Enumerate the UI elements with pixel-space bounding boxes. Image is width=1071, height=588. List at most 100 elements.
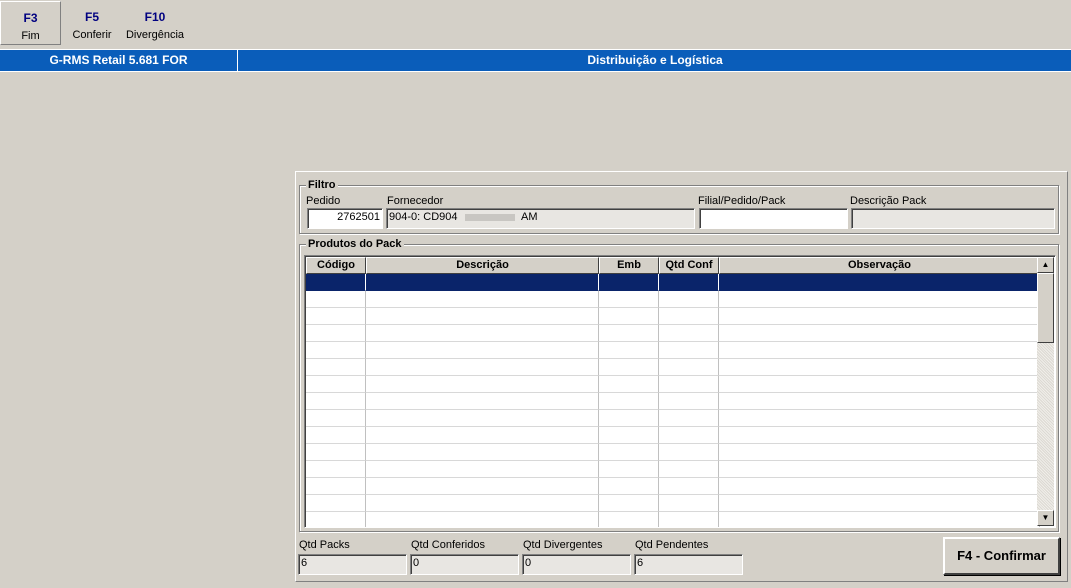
table-cell	[366, 342, 599, 359]
table-cell	[366, 427, 599, 444]
table-cell	[306, 461, 366, 478]
qtd-packs-label: Qtd Packs	[299, 539, 350, 551]
produtos-group-title: Produtos do Pack	[306, 238, 404, 250]
function-key-toolbar: F3 Fim F5 Conferir F10 Divergência	[0, 0, 1071, 46]
table-cell	[306, 410, 366, 427]
descricao-pack-field	[851, 208, 1055, 229]
table-cell	[306, 274, 366, 291]
divergencia-label: Divergência	[125, 29, 185, 41]
column-observacao[interactable]: Observação	[719, 257, 1040, 274]
table-row[interactable]	[306, 495, 1040, 512]
pedido-value: 2762501	[337, 211, 380, 223]
scroll-thumb[interactable]	[1037, 273, 1054, 343]
table-cell	[306, 376, 366, 393]
table-cell	[366, 325, 599, 342]
fim-label: Fim	[21, 30, 40, 42]
conferir-button[interactable]: F5 Conferir	[66, 1, 118, 45]
table-cell	[659, 359, 719, 376]
qtd-conferidos-value: 0	[413, 557, 420, 569]
table-cell	[306, 291, 366, 308]
table-cell	[659, 308, 719, 325]
table-cell	[719, 274, 1040, 291]
descricao-pack-label: Descrição Pack	[850, 195, 927, 207]
table-row[interactable]	[306, 325, 1040, 342]
table-cell	[719, 495, 1040, 512]
table-row[interactable]	[306, 444, 1040, 461]
table-row[interactable]	[306, 427, 1040, 444]
qtd-divergentes-value: 0	[525, 557, 532, 569]
table-row[interactable]	[306, 393, 1040, 410]
table-cell	[599, 325, 659, 342]
table-row[interactable]	[306, 359, 1040, 376]
column-emb[interactable]: Emb	[599, 257, 659, 274]
column-codigo[interactable]: Código	[306, 257, 366, 274]
pedido-label: Pedido	[306, 195, 341, 207]
table-row[interactable]	[306, 308, 1040, 325]
table-cell	[719, 393, 1040, 410]
divergencia-button[interactable]: F10 Divergência	[122, 1, 188, 45]
table-row[interactable]	[306, 291, 1040, 308]
table-row[interactable]	[306, 461, 1040, 478]
table-cell	[306, 427, 366, 444]
produtos-grid[interactable]: Código Descrição Emb Qtd Conf Observação…	[304, 255, 1056, 528]
table-cell	[366, 274, 599, 291]
table-cell	[659, 291, 719, 308]
table-cell	[719, 359, 1040, 376]
fornecedor-value-suffix: AM	[521, 211, 538, 223]
filtro-group-title: Filtro	[306, 179, 338, 191]
table-cell	[306, 444, 366, 461]
pedido-input[interactable]: 2762501	[307, 208, 383, 229]
table-cell	[599, 376, 659, 393]
table-cell	[366, 478, 599, 495]
table-cell	[366, 444, 599, 461]
conferir-key: F5	[84, 10, 99, 24]
table-cell	[599, 393, 659, 410]
table-cell	[659, 393, 719, 410]
table-cell	[659, 274, 719, 291]
table-cell	[306, 512, 366, 527]
table-cell	[719, 478, 1040, 495]
table-cell	[306, 325, 366, 342]
qtd-divergentes-label: Qtd Divergentes	[523, 539, 603, 551]
qtd-pendentes-field: 6	[634, 554, 743, 575]
table-cell	[366, 495, 599, 512]
table-row[interactable]	[306, 410, 1040, 427]
grid-vertical-scrollbar[interactable]: ▲ ▼	[1037, 257, 1054, 526]
table-row[interactable]	[306, 376, 1040, 393]
scroll-up-icon[interactable]: ▲	[1037, 257, 1054, 273]
table-cell	[366, 512, 599, 527]
table-cell	[719, 444, 1040, 461]
filial-pedido-pack-input[interactable]	[699, 208, 848, 229]
table-cell	[599, 444, 659, 461]
table-cell	[306, 495, 366, 512]
table-cell	[719, 461, 1040, 478]
table-cell	[719, 308, 1040, 325]
table-cell	[659, 410, 719, 427]
qtd-conferidos-label: Qtd Conferidos	[411, 539, 485, 551]
table-cell	[366, 393, 599, 410]
table-cell	[366, 308, 599, 325]
qtd-packs-value: 6	[301, 557, 308, 569]
table-cell	[659, 427, 719, 444]
table-cell	[659, 478, 719, 495]
scroll-down-icon[interactable]: ▼	[1037, 510, 1054, 526]
table-cell	[599, 512, 659, 527]
confirmar-button[interactable]: F4 - Confirmar	[943, 537, 1060, 575]
table-row[interactable]	[306, 274, 1040, 291]
table-row[interactable]	[306, 478, 1040, 495]
table-row[interactable]	[306, 512, 1040, 527]
table-cell	[719, 512, 1040, 527]
module-title: Distribuição e Logística	[587, 53, 723, 67]
fim-button[interactable]: F3 Fim	[0, 1, 61, 45]
column-qtd-conf[interactable]: Qtd Conf	[659, 257, 719, 274]
table-cell	[599, 427, 659, 444]
table-cell	[306, 359, 366, 376]
table-cell	[719, 325, 1040, 342]
table-cell	[719, 427, 1040, 444]
table-row[interactable]	[306, 342, 1040, 359]
fornecedor-label: Fornecedor	[387, 195, 444, 207]
table-cell	[599, 274, 659, 291]
column-descricao[interactable]: Descrição	[366, 257, 599, 274]
table-cell	[659, 342, 719, 359]
table-cell	[719, 291, 1040, 308]
